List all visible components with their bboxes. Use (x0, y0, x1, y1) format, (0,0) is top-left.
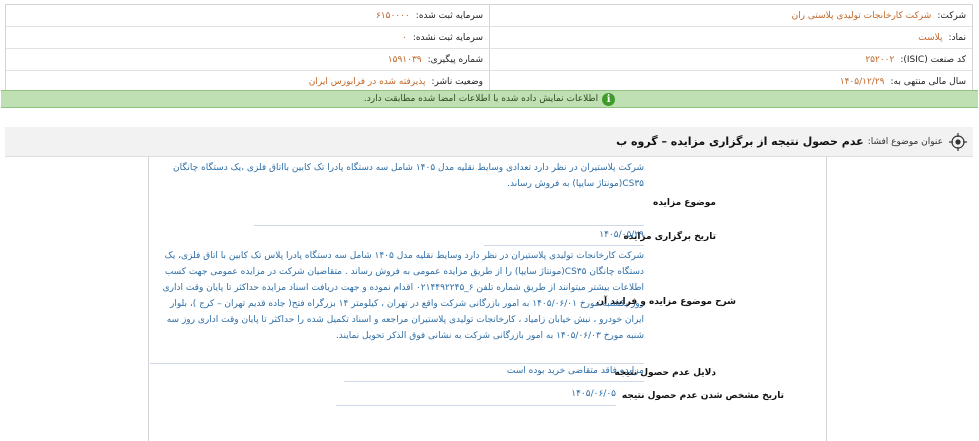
subject-title: عدم حصول نتیجه از برگزاری مزایده – گروه … (616, 135, 864, 148)
divider (484, 245, 644, 246)
verification-notice: i اطلاعات نمایش داده شده با اطلاعات امضا… (1, 90, 978, 108)
symbol-label: نماد: (948, 32, 967, 43)
isic-value: ۲۵۲۰۰۲ (865, 54, 895, 65)
info-row: نماد: پلاست سرمایه ثبت نشده: ۰ (6, 27, 972, 49)
symbol-value: پلاست (918, 32, 943, 43)
process-value: شرکت کارخانجات تولیدی پلاستیران در نظر د… (162, 251, 644, 341)
unregistered-capital-label: سرمایه ثبت نشده: (412, 32, 483, 43)
fiscal-year-cell: سال مالی منتهی به: ۱۴۰۵/۱۲/۲۹ (489, 71, 972, 92)
publisher-status-cell: وضعیت ناشر: پذیرفته شده در فرابورس ایران (6, 71, 489, 92)
failure-date-label: تاریخ مشخص شدن عدم حصول نتیجه (621, 391, 784, 401)
fiscal-year-value: ۱۴۰۵/۱۲/۲۹ (839, 76, 885, 87)
publisher-status-value: پذیرفته شده در فرابورس ایران (308, 76, 426, 87)
disclosure-subject-bar: عنوان موضوع افشا: عدم حصول نتیجه از برگز… (5, 127, 973, 157)
registered-capital-cell: سرمایه ثبت شده: ۶۱۵۰۰۰۰ (6, 5, 489, 26)
tracking-cell: شماره پیگیری: ۱۵۹۱۰۳۹ (6, 49, 489, 70)
unregistered-capital-cell: سرمایه ثبت نشده: ۰ (6, 27, 489, 48)
target-icon (949, 132, 967, 151)
subject-label: عنوان موضوع افشا: (867, 136, 943, 147)
divider (336, 405, 616, 406)
registered-capital-value: ۶۱۵۰۰۰۰ (375, 10, 410, 21)
tracking-label: شماره پیگیری: (427, 54, 483, 65)
info-icon: i (602, 92, 616, 106)
failure-reason-value: مزایده فاقد متقاضی خرید بوده است (506, 366, 644, 376)
company-info-table: شرکت: شرکت کارخانجات تولیدی پلاستی ران س… (5, 4, 973, 93)
info-row: کد صنعت (ISIC): ۲۵۲۰۰۲ شماره پیگیری: ۱۵۹… (6, 49, 972, 71)
auction-date-value: ۱۴۰۵/۰۵/۲۹ (599, 230, 644, 240)
company-value: شرکت کارخانجات تولیدی پلاستی ران (791, 10, 932, 21)
fiscal-year-label: سال مالی منتهی به: (890, 76, 966, 87)
company-label: شرکت: (937, 10, 966, 21)
divider (254, 225, 644, 226)
auction-subject-label: موضوع مزایده (653, 198, 716, 208)
publisher-status-label: وضعیت ناشر: (431, 76, 483, 87)
info-row: سال مالی منتهی به: ۱۴۰۵/۱۲/۲۹ وضعیت ناشر… (6, 71, 972, 92)
isic-cell: کد صنعت (ISIC): ۲۵۲۰۰۲ (489, 49, 972, 70)
disclosure-content: موضوع مزایده شرکت پلاستیران در نظر دارد … (148, 157, 827, 441)
tracking-value: ۱۵۹۱۰۳۹ (387, 54, 422, 65)
notice-text: اطلاعات نمایش داده شده با اطلاعات امضا ش… (363, 94, 599, 104)
unregistered-capital-value: ۰ (401, 32, 407, 43)
auction-subject-value: شرکت پلاستیران در نظر دارد تعدادی وسایط … (173, 163, 644, 189)
isic-label: کد صنعت (ISIC): (900, 54, 966, 65)
registered-capital-label: سرمایه ثبت شده: (415, 10, 483, 21)
info-row: شرکت: شرکت کارخانجات تولیدی پلاستی ران س… (6, 5, 972, 27)
symbol-cell: نماد: پلاست (489, 27, 972, 48)
divider (344, 381, 644, 382)
company-cell: شرکت: شرکت کارخانجات تولیدی پلاستی ران (489, 5, 972, 26)
failure-date-value: ۱۴۰۵/۰۶/۰۵ (571, 389, 616, 399)
